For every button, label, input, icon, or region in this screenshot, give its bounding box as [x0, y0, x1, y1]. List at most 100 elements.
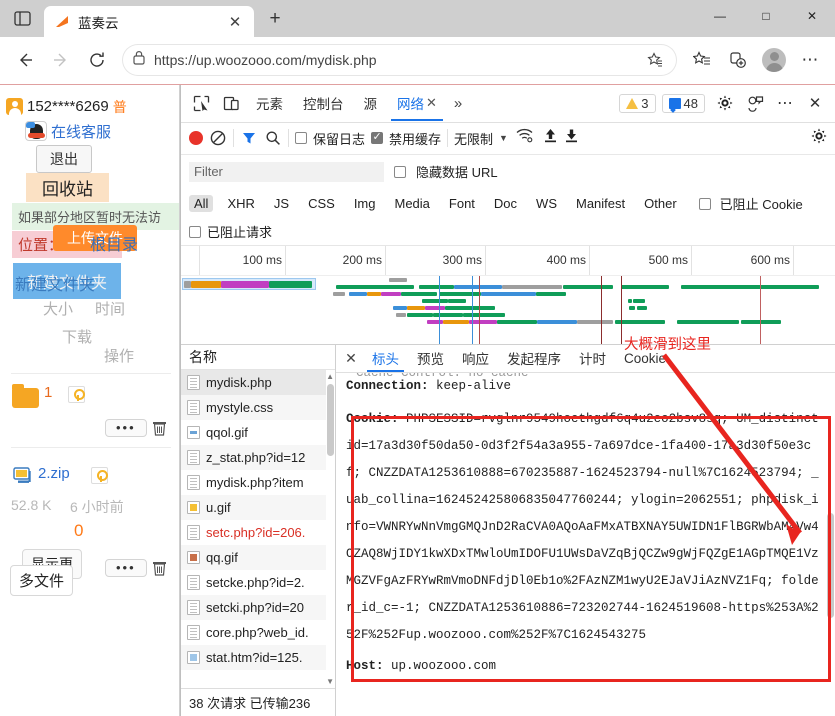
headers-content[interactable]: Cache-Control: no-cache Connection: keep… [336, 372, 835, 716]
request-row[interactable]: stat.htm?id=125. [181, 644, 335, 670]
chevron-down-icon[interactable]: ▼ [499, 133, 508, 143]
tab-actions-button[interactable] [0, 0, 44, 37]
clear-icon[interactable] [209, 129, 227, 147]
back-button[interactable] [8, 43, 42, 77]
window-close-button[interactable]: ✕ [789, 0, 835, 32]
scroll-down-arrow-icon[interactable]: ▼ [326, 677, 334, 686]
request-row[interactable]: setcki.php?id=20 [181, 594, 335, 620]
detail-tab-timing[interactable]: 计时 [571, 345, 614, 372]
request-row[interactable]: setc.php?id=206. [181, 520, 335, 545]
header-key: Cookie: [346, 411, 399, 426]
inspect-element-icon[interactable] [187, 89, 215, 117]
address-bar[interactable]: https://up.woozooo.com/mydisk.php [122, 44, 677, 77]
upload-icon[interactable] [543, 128, 558, 148]
devtools-more-tabs-button[interactable]: » [448, 95, 468, 112]
type-filter-js[interactable]: JS [269, 195, 294, 212]
scrollbar-thumb[interactable] [327, 383, 334, 456]
tab-close-icon[interactable]: ✕ [426, 95, 437, 111]
type-filter-all[interactable]: All [189, 195, 214, 213]
wifi-icon[interactable] [516, 128, 533, 148]
file-name[interactable]: 2.zip [38, 465, 70, 482]
folder-delete-icon[interactable] [151, 418, 168, 436]
request-row[interactable]: setcke.php?id=2. [181, 570, 335, 595]
reload-button[interactable] [80, 43, 114, 77]
folder-name[interactable]: 1 [44, 384, 52, 401]
message-count-badge[interactable]: 48 [661, 93, 705, 113]
devtools-tab-sources[interactable]: 源 [355, 85, 387, 121]
type-filter-other[interactable]: Other [639, 195, 682, 212]
type-filter-manifest[interactable]: Manifest [571, 195, 630, 212]
type-filter-media[interactable]: Media [389, 195, 434, 212]
devtools-tab-console[interactable]: 控制台 [294, 85, 353, 121]
recycle-bin-link[interactable]: 回收站 [26, 172, 109, 202]
file-lock-key-icon[interactable] [91, 466, 108, 484]
file-delete-icon[interactable] [151, 558, 168, 576]
forward-button[interactable] [44, 43, 78, 77]
hide-data-urls-checkbox[interactable] [394, 165, 406, 178]
blocked-requests-checkbox[interactable] [189, 225, 201, 238]
type-filter-doc[interactable]: Doc [489, 195, 522, 212]
window-minimize-button[interactable]: — [697, 0, 743, 32]
logout-button[interactable]: 退出 [36, 144, 92, 173]
type-filter-ws[interactable]: WS [531, 195, 562, 212]
request-list-scrollbar[interactable]: ▲ ▼ [326, 369, 335, 688]
profile-avatar[interactable] [757, 43, 791, 77]
detail-tab-headers[interactable]: 标头 [364, 345, 407, 372]
filter-input[interactable]: Filter [189, 161, 384, 182]
browser-tab[interactable]: 蓝奏云 ✕ [44, 6, 254, 37]
throttle-select-value[interactable]: 无限制 [454, 129, 493, 148]
type-filter-img[interactable]: Img [349, 195, 381, 212]
request-row[interactable]: core.php?web_id. [181, 620, 335, 645]
window-maximize-button[interactable]: □ [743, 0, 789, 32]
devtools-settings-gear-icon[interactable] [711, 89, 739, 117]
detail-scrollbar[interactable] [826, 372, 835, 716]
devtools-more-button[interactable]: ⋯ [771, 89, 799, 117]
filter-icon[interactable] [240, 129, 258, 147]
show-more-files-button[interactable]: 多文件 [10, 564, 74, 596]
detail-tab-initiator[interactable]: 发起程序 [499, 345, 569, 372]
detail-tab-preview[interactable]: 预览 [409, 345, 452, 372]
scrollbar-thumb[interactable] [827, 512, 834, 618]
detail-close-button[interactable]: ✕ [340, 347, 362, 369]
request-row[interactable]: mystyle.css [181, 394, 335, 420]
devtools-tab-elements[interactable]: 元素 [247, 85, 292, 121]
devtools-close-button[interactable]: ✕ [801, 89, 829, 117]
type-filter-css[interactable]: CSS [303, 195, 340, 212]
preserve-log-checkbox[interactable] [295, 132, 307, 145]
request-row[interactable]: mydisk.php?item [181, 470, 335, 495]
customer-service-link[interactable]: 在线客服 [51, 121, 111, 142]
request-row[interactable]: z_stat.php?id=12 [181, 444, 335, 470]
new-folder-button-overlay[interactable]: 新建文件夹 [15, 271, 95, 295]
file-more-button[interactable]: ••• [105, 558, 147, 577]
collections-icon[interactable] [721, 43, 755, 77]
favorite-star-icon[interactable] [643, 48, 667, 72]
request-row[interactable]: qq.gif [181, 544, 335, 570]
favorites-button[interactable] [685, 43, 719, 77]
scroll-up-arrow-icon[interactable]: ▲ [326, 372, 334, 381]
warning-count-badge[interactable]: 3 [619, 93, 656, 113]
disable-cache-checkbox[interactable] [371, 130, 384, 145]
request-row[interactable]: mydisk.php [181, 369, 335, 395]
tab-close-icon[interactable]: ✕ [224, 11, 246, 33]
request-row[interactable]: u.gif [181, 494, 335, 520]
request-row[interactable]: qqol.gif [181, 420, 335, 445]
new-tab-button[interactable]: + [260, 4, 290, 34]
request-list[interactable]: mydisk.php mystyle.css qqol.gif z_stat.p… [181, 369, 335, 688]
search-icon[interactable] [264, 129, 282, 147]
customer-service-row[interactable]: 在线客服 [25, 121, 111, 142]
type-filter-xhr[interactable]: XHR [222, 195, 259, 212]
blocked-cookies-checkbox[interactable] [698, 197, 711, 210]
devtools-tab-network[interactable]: 网络 ✕ [388, 85, 446, 122]
device-toolbar-icon[interactable] [217, 89, 245, 117]
devtools-feedback-icon[interactable] [741, 89, 769, 117]
network-settings-gear-icon[interactable] [811, 128, 827, 149]
lock-key-icon[interactable] [68, 385, 85, 403]
download-icon[interactable] [564, 128, 579, 148]
type-filter-font[interactable]: Font [444, 195, 480, 212]
record-button[interactable] [189, 131, 203, 146]
request-column-header[interactable]: 名称 [181, 345, 335, 370]
detail-tab-response[interactable]: 响应 [454, 345, 497, 372]
network-overview-timeline[interactable]: 100 ms 200 ms 300 ms 400 ms 500 ms 600 m… [181, 244, 835, 345]
folder-more-button[interactable]: ••• [105, 418, 147, 437]
browser-more-button[interactable]: ⋯ [793, 43, 827, 77]
